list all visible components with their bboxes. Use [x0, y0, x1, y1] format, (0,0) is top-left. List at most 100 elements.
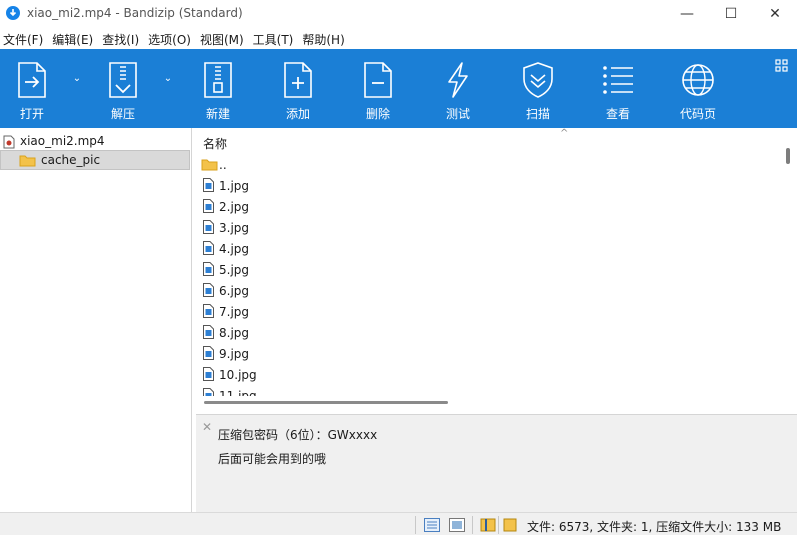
- menu-options[interactable]: 选项(O): [145, 28, 197, 49]
- menu-help[interactable]: 帮助(H): [299, 28, 350, 49]
- list-item[interactable]: 9.jpg: [196, 343, 784, 364]
- extract-label: 解压: [110, 107, 135, 121]
- view-list-icon: [603, 66, 633, 94]
- new-archive-icon: [204, 62, 232, 98]
- list-item[interactable]: 4.jpg: [196, 238, 784, 259]
- list-item[interactable]: 8.jpg: [196, 322, 784, 343]
- test-lightning-icon: [448, 62, 468, 98]
- list-item-label: 4.jpg: [219, 242, 250, 256]
- scan-shield-icon: [523, 62, 553, 98]
- close-button[interactable]: ✕: [752, 0, 797, 28]
- scan-button[interactable]: 扫描: [506, 49, 570, 128]
- menu-find[interactable]: 查找(I): [99, 28, 145, 49]
- list-item-label: 10.jpg: [219, 368, 257, 382]
- comment-close-icon[interactable]: ✕: [202, 420, 212, 434]
- delete-file-icon: [364, 62, 392, 98]
- file-list-pane: ^ 名称 .. 1.jpg 2.jpg 3.jpg 4.jpg 5.jpg 6.…: [196, 128, 797, 412]
- tree-item-archive-label: xiao_mi2.mp4: [20, 134, 105, 148]
- bandizip-logo-icon: [6, 6, 20, 20]
- list-item-label: 8.jpg: [219, 326, 250, 340]
- add-button[interactable]: 添加: [266, 49, 330, 128]
- list-item-label: 1.jpg: [219, 179, 250, 193]
- image-file-icon: [203, 241, 214, 255]
- test-button[interactable]: 测试: [426, 49, 490, 128]
- extract-icon: [109, 62, 137, 98]
- status-text: 文件: 6573, 文件夹: 1, 压缩文件大小: 133 MB: [527, 520, 782, 534]
- maximize-button[interactable]: ☐: [708, 0, 754, 28]
- add-file-icon: [284, 62, 312, 98]
- image-file-icon: [203, 367, 214, 381]
- tree-item-archive[interactable]: xiao_mi2.mp4: [0, 132, 191, 150]
- image-file-icon: [203, 199, 214, 213]
- vertical-scrollbar[interactable]: [786, 148, 790, 164]
- comment-password-line: 压缩包密码（6位）：GWxxxx: [218, 428, 378, 442]
- test-label: 测试: [445, 107, 470, 121]
- new-button[interactable]: 新建: [186, 49, 250, 128]
- codepage-button[interactable]: 代码页: [666, 49, 730, 128]
- image-file-icon: [203, 220, 214, 234]
- open-label: 打开: [19, 107, 44, 121]
- view-label: 查看: [605, 107, 630, 121]
- image-file-icon: [203, 346, 214, 360]
- sort-ascending-icon: ^: [560, 128, 569, 139]
- view-button[interactable]: 查看: [586, 49, 650, 128]
- list-item-label: 3.jpg: [219, 221, 250, 235]
- list-item[interactable]: 7.jpg: [196, 301, 784, 322]
- preview-view-icon[interactable]: [449, 518, 465, 532]
- archive-zip-icon[interactable]: [480, 518, 496, 532]
- list-item[interactable]: 6.jpg: [196, 280, 784, 301]
- list-item[interactable]: 3.jpg: [196, 217, 784, 238]
- minimize-button[interactable]: —: [664, 0, 710, 28]
- list-item-label: 2.jpg: [219, 200, 250, 214]
- open-button[interactable]: 打开: [0, 49, 64, 128]
- image-file-icon: [203, 262, 214, 276]
- image-file-icon: [203, 325, 214, 339]
- toolbar: 打开 ⌄ 解压 ⌄ 新建 添加 删除 测试 扫描 查看 代码页: [0, 49, 797, 128]
- layout-grid-icon[interactable]: [775, 59, 789, 73]
- tree-item-cache-pic-label: cache_pic: [41, 153, 101, 167]
- status-separator: [498, 516, 499, 534]
- list-item-label: 7.jpg: [219, 305, 250, 319]
- tree-item-cache-pic[interactable]: cache_pic: [0, 150, 190, 170]
- list-item[interactable]: 2.jpg: [196, 196, 784, 217]
- list-item-parent[interactable]: ..: [196, 154, 784, 175]
- add-label: 添加: [285, 107, 310, 121]
- extract-dropdown-chevron-icon[interactable]: ⌄: [161, 73, 175, 85]
- details-view-icon[interactable]: [424, 518, 440, 532]
- menu-view[interactable]: 视图(M): [197, 28, 250, 49]
- window-title: xiao_mi2.mp4 - Bandizip (Standard): [27, 6, 243, 20]
- list-item[interactable]: 5.jpg: [196, 259, 784, 280]
- new-label: 新建: [205, 107, 230, 121]
- list-item-label: 6.jpg: [219, 284, 250, 298]
- menu-tools[interactable]: 工具(T): [250, 28, 300, 49]
- codepage-label: 代码页: [679, 107, 716, 121]
- status-separator: [415, 516, 416, 534]
- horizontal-scrollbar[interactable]: [204, 401, 448, 404]
- delete-button[interactable]: 删除: [346, 49, 410, 128]
- folder-icon: [19, 155, 36, 167]
- menu-bar: 文件(F) 编辑(E) 查找(I) 选项(O) 视图(M) 工具(T) 帮助(H…: [0, 28, 797, 49]
- open-dropdown-chevron-icon[interactable]: ⌄: [70, 73, 84, 85]
- list-item[interactable]: 10.jpg: [196, 364, 784, 385]
- delete-label: 删除: [365, 107, 390, 121]
- archive-comment-pane: ✕ 压缩包密码（6位）：GWxxxx 后面可能会用到的哦: [196, 414, 797, 512]
- scan-label: 扫描: [525, 107, 550, 121]
- image-file-icon: [203, 304, 214, 318]
- list-item-label: ..: [219, 158, 227, 172]
- file-list: .. 1.jpg 2.jpg 3.jpg 4.jpg 5.jpg 6.jpg 7…: [196, 154, 784, 397]
- status-separator: [472, 516, 473, 534]
- list-item[interactable]: 1.jpg: [196, 175, 784, 196]
- archive-folder-icon[interactable]: [502, 518, 518, 532]
- title-bar: xiao_mi2.mp4 - Bandizip (Standard) — ☐ ✕: [0, 0, 797, 28]
- comment-note-line: 后面可能会用到的哦: [218, 452, 327, 466]
- list-item-label: 5.jpg: [219, 263, 250, 277]
- menu-file[interactable]: 文件(F): [0, 28, 49, 49]
- open-archive-icon: [18, 62, 46, 98]
- extract-button[interactable]: 解压: [91, 49, 155, 128]
- codepage-globe-icon: [682, 64, 714, 96]
- list-item-label: 9.jpg: [219, 347, 250, 361]
- column-header-name[interactable]: 名称: [203, 135, 227, 152]
- archive-file-icon: [3, 135, 15, 149]
- image-file-icon: [203, 283, 214, 297]
- menu-edit[interactable]: 编辑(E): [49, 28, 99, 49]
